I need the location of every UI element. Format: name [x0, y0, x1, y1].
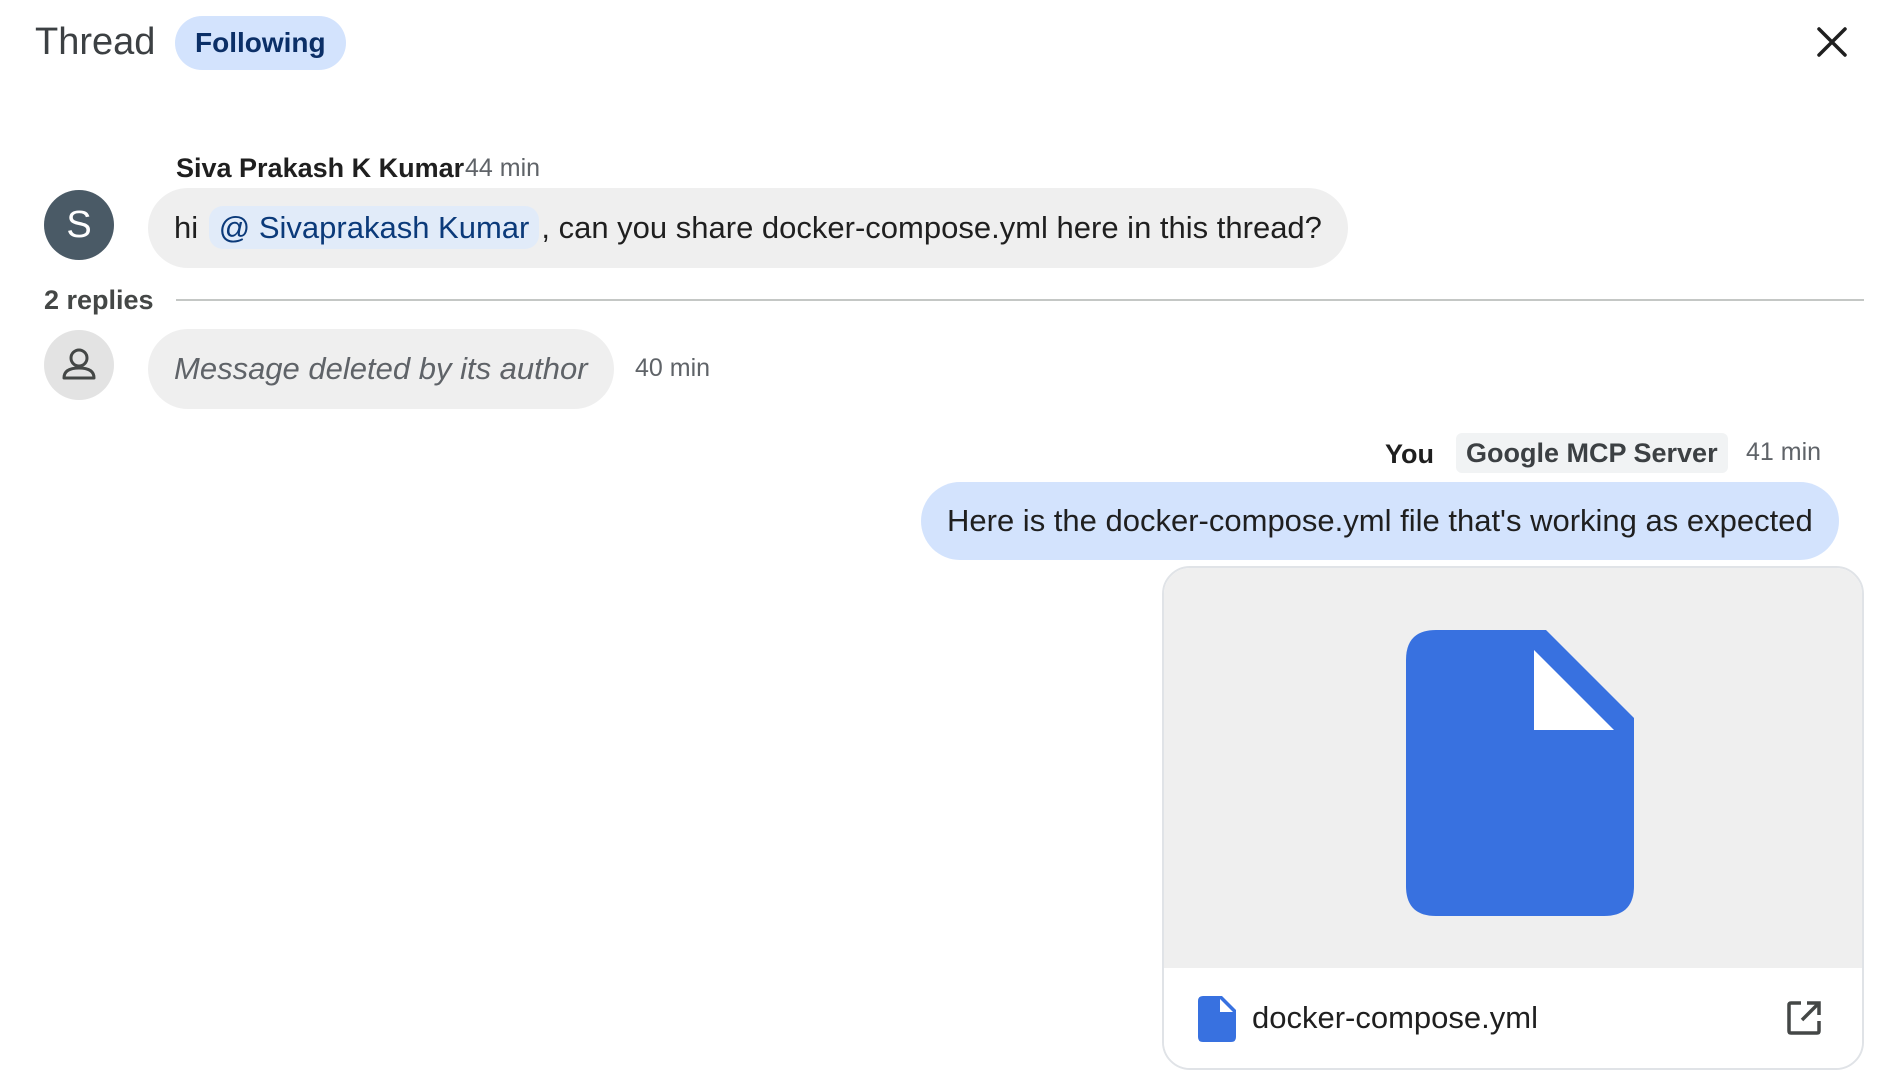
app-badge: Google MCP Server: [1456, 433, 1728, 473]
message-text: hi: [174, 210, 199, 245]
thread-title: Thread: [35, 21, 156, 63]
deleted-message: Message deleted by its author: [148, 329, 614, 409]
close-icon[interactable]: [1810, 20, 1854, 64]
message-bubble: Here is the docker-compose.yml file that…: [921, 482, 1839, 560]
mention-chip[interactable]: @ Sivaprakash Kumar: [208, 206, 540, 249]
message-bubble: hi @ Sivaprakash Kumar, can you share do…: [148, 188, 1348, 268]
attachment-filename: docker-compose.yml: [1252, 1000, 1538, 1035]
following-button[interactable]: Following: [175, 16, 346, 70]
message-time: 40 min: [635, 354, 711, 382]
message-text: , can you share docker-compose.yml here …: [541, 210, 1322, 245]
replies-count: 2 replies: [44, 285, 154, 315]
attachment-preview[interactable]: [1164, 568, 1862, 968]
divider: [176, 299, 1864, 301]
open-in-new-icon[interactable]: [1784, 998, 1824, 1038]
person-icon: [44, 330, 114, 400]
avatar[interactable]: S: [44, 190, 114, 260]
document-icon: [1198, 996, 1236, 1042]
document-icon: [1406, 630, 1634, 916]
attachment-card[interactable]: docker-compose.yml: [1162, 566, 1864, 1070]
message-time: 44 min: [465, 154, 541, 182]
attachment-footer: docker-compose.yml: [1164, 968, 1862, 1068]
message-time: 41 min: [1746, 438, 1822, 466]
message-author: You: [1385, 439, 1434, 469]
message-author: Siva Prakash K Kumar: [176, 153, 465, 183]
